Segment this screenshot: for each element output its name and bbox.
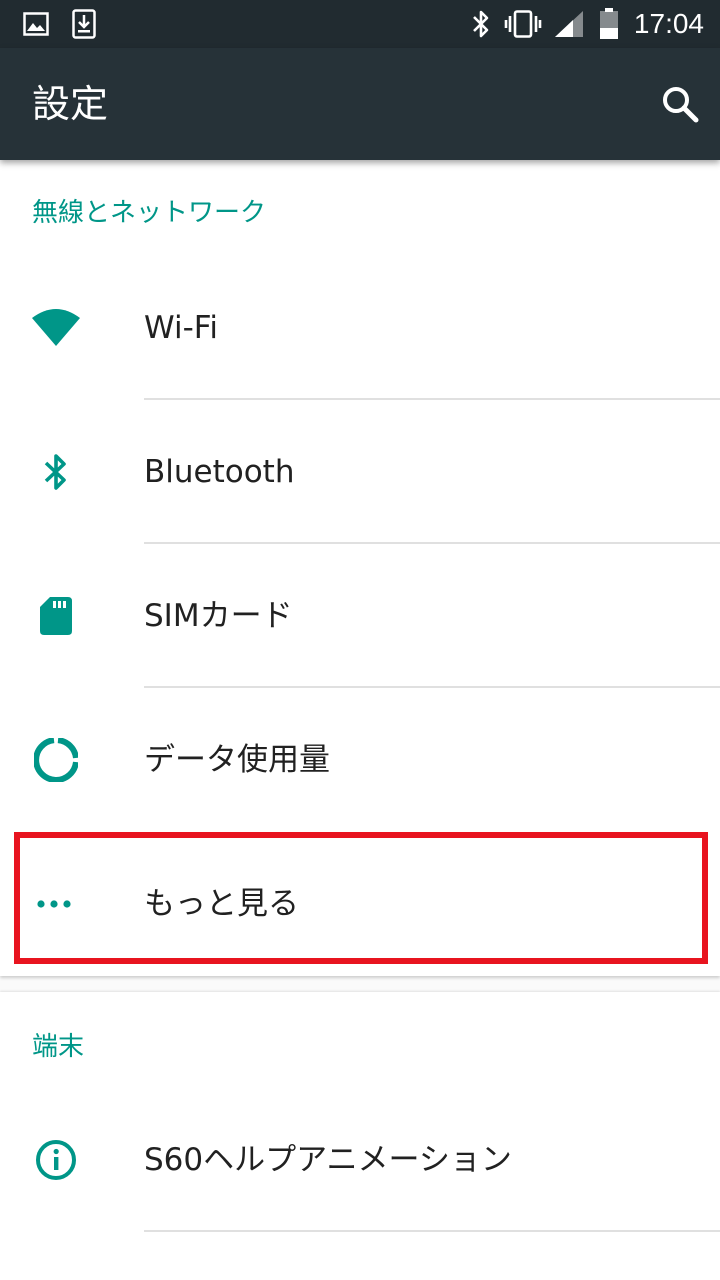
settings-item-label: もっと見る — [144, 886, 299, 922]
page-title: 設定 — [32, 82, 109, 126]
section-wireless-networks: 無線とネットワーク Wi-Fi Bluetooth SIMカード データ使用量 … — [0, 160, 720, 976]
signal-icon — [552, 0, 586, 48]
search-button[interactable] — [654, 78, 706, 130]
image-icon — [22, 0, 50, 48]
section-header: 無線とネットワーク — [32, 198, 267, 228]
battery-icon — [598, 0, 620, 48]
settings-item-help-animation[interactable]: S60ヘルプアニメーション — [0, 1088, 720, 1232]
info-icon — [24, 1128, 88, 1192]
settings-list: 無線とネットワーク Wi-Fi Bluetooth SIMカード データ使用量 … — [0, 160, 720, 1280]
settings-item-bluetooth[interactable]: Bluetooth — [0, 400, 720, 544]
data-usage-icon — [24, 728, 88, 792]
settings-item-sim-card[interactable]: SIMカード — [0, 544, 720, 688]
settings-item-data-usage[interactable]: データ使用量 — [0, 688, 720, 832]
section-device: 端末 S60ヘルプアニメーション — [0, 992, 720, 1280]
app-bar: 設定 — [0, 48, 720, 160]
status-time: 17:04 — [633, 8, 704, 39]
settings-item-label: データ使用量 — [144, 742, 330, 778]
sim-card-icon — [24, 584, 88, 648]
search-icon — [663, 87, 699, 123]
settings-item-wifi[interactable]: Wi-Fi — [0, 256, 720, 400]
divider — [144, 1230, 720, 1232]
settings-item-label: Wi-Fi — [144, 310, 218, 346]
bluetooth-icon — [24, 440, 88, 504]
settings-item-label: S60ヘルプアニメーション — [144, 1142, 512, 1178]
section-header: 端末 — [32, 1032, 85, 1062]
settings-item-more[interactable]: もっと見る — [0, 832, 720, 976]
download-icon — [70, 0, 98, 48]
bluetooth-icon — [470, 0, 492, 48]
status-bar: 17:04 — [0, 0, 720, 48]
settings-item-label: Bluetooth — [144, 454, 295, 490]
settings-item-label: SIMカード — [144, 598, 293, 634]
wifi-icon — [24, 296, 88, 360]
vibrate-icon — [504, 0, 542, 48]
more-icon — [24, 872, 88, 936]
